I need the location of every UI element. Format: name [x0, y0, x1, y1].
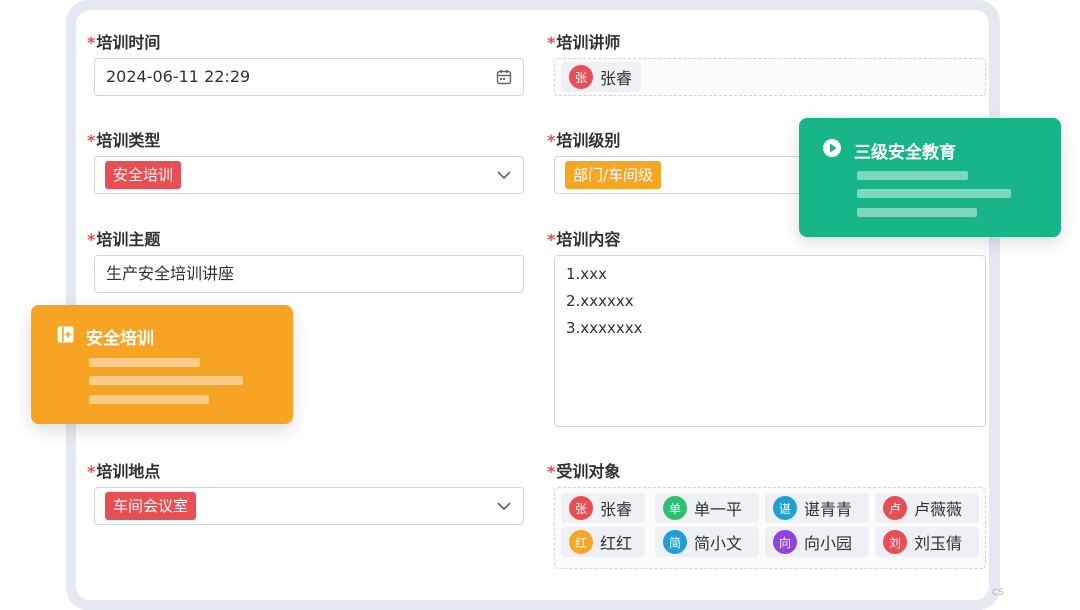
- calendar-icon[interactable]: [496, 69, 512, 85]
- trainee-chip[interactable]: 谌 谌青青: [765, 493, 869, 523]
- type-select[interactable]: 安全培训: [94, 156, 524, 194]
- avatar: 张: [569, 65, 593, 89]
- card-title: 三级安全教育: [854, 143, 956, 163]
- chevron-down-icon[interactable]: [496, 167, 512, 183]
- avatar: 谌: [773, 496, 797, 520]
- content-textarea[interactable]: 1.xxx 2.xxxxxx 3.xxxxxxx: [554, 255, 986, 427]
- placeholder-bar: [89, 358, 200, 367]
- content-line: 3.xxxxxxx: [566, 319, 643, 337]
- topic-input[interactable]: 生产安全培训讲座: [94, 255, 524, 293]
- safety-training-card[interactable]: 安全培训: [31, 305, 293, 424]
- avatar: 单: [663, 496, 687, 520]
- play-circle-icon: [823, 139, 841, 157]
- level-label: *培训级别: [547, 131, 621, 150]
- trainee-chip[interactable]: 张 张睿: [561, 493, 645, 523]
- placeholder-bar: [857, 208, 977, 217]
- watermark: CS: [992, 588, 1004, 598]
- trainee-chip[interactable]: 刘 刘玉倩: [875, 527, 979, 557]
- avatar: 简: [663, 530, 687, 554]
- trainee-chip[interactable]: 向 向小园: [765, 527, 869, 557]
- content-label: *培训内容: [547, 230, 621, 249]
- level-tag: 部门/车间级: [565, 161, 662, 189]
- trainee-chip[interactable]: 简 简小文: [655, 527, 759, 557]
- avatar: 红: [569, 530, 593, 554]
- trainee-chip[interactable]: 单 单一平: [655, 493, 759, 523]
- content-line: 2.xxxxxx: [566, 292, 634, 310]
- trainees-label: *受训对象: [547, 462, 621, 481]
- topic-label: *培训主题: [87, 230, 161, 249]
- trainee-chip[interactable]: 卢 卢薇薇: [875, 493, 979, 523]
- placeholder-bar: [89, 395, 209, 404]
- location-label: *培训地点: [87, 462, 161, 481]
- placeholder-bar: [89, 376, 243, 385]
- three-level-education-card[interactable]: 三级安全教育: [799, 118, 1061, 237]
- avatar: 向: [773, 530, 797, 554]
- board-icon: [57, 326, 74, 343]
- avatar: 刘: [883, 530, 907, 554]
- chevron-down-icon[interactable]: [496, 498, 512, 514]
- trainee-chip[interactable]: 红 红红: [561, 527, 645, 557]
- time-picker[interactable]: 2024-06-11 22:29: [94, 58, 524, 96]
- card-title: 安全培训: [86, 329, 154, 349]
- type-tag: 安全培训: [105, 161, 182, 189]
- lecturer-select[interactable]: 张 张睿: [554, 58, 986, 96]
- time-value: 2024-06-11 22:29: [106, 67, 251, 86]
- location-tag: 车间会议室: [105, 492, 197, 520]
- time-label: *培训时间: [87, 33, 161, 52]
- placeholder-bar: [857, 171, 968, 180]
- placeholder-bar: [857, 189, 1011, 198]
- trainees-select[interactable]: 张 张睿 单 单一平 谌 谌青青 卢 卢薇薇 红 红红 简 简小文 向 向小园 …: [554, 487, 986, 569]
- content-line: 1.xxx: [566, 265, 607, 283]
- lecturer-label: *培训讲师: [547, 33, 621, 52]
- avatar: 张: [569, 496, 593, 520]
- avatar: 卢: [883, 496, 907, 520]
- location-select[interactable]: 车间会议室: [94, 487, 524, 525]
- lecturer-chip[interactable]: 张 张睿: [561, 62, 642, 92]
- topic-value: 生产安全培训讲座: [106, 264, 235, 283]
- type-label: *培训类型: [87, 131, 161, 150]
